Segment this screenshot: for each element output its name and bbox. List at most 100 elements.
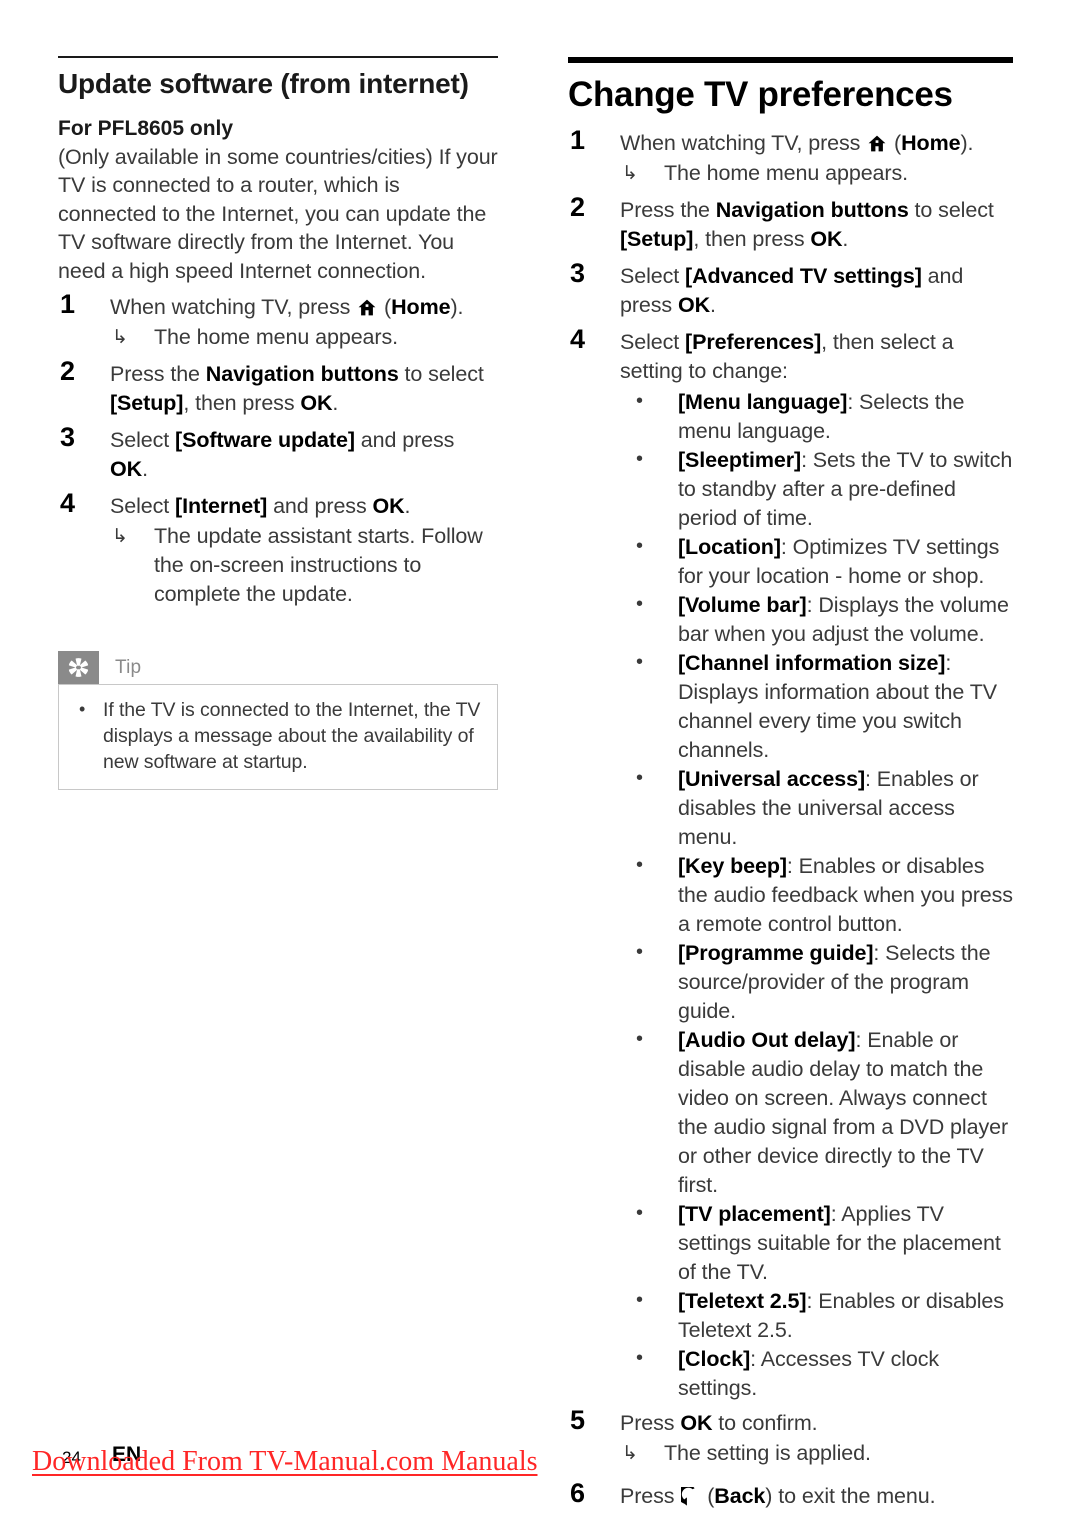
- step-bold-frag: Navigation buttons: [715, 197, 909, 222]
- preference-item: • [Sleeptimer]: Sets the TV to switch to …: [620, 446, 1013, 533]
- preference-item: • [Key beep]: Enables or disables the aud…: [620, 852, 1013, 939]
- right-section-title: Change TV preferences: [568, 75, 953, 114]
- tip-box: Tip • If the TV is connected to the Inter…: [58, 651, 498, 791]
- step-number: 3: [60, 422, 76, 453]
- step-frag: .: [842, 226, 849, 251]
- step-item: 1 When watching TV, press (Home). ↳ The h…: [58, 289, 498, 352]
- watermark-link[interactable]: Downloaded From TV-Manual.com Manuals: [32, 1446, 538, 1478]
- step-number: 3: [570, 257, 586, 288]
- step-text: Press the Navigation buttons to select […: [110, 360, 498, 418]
- bullet-icon: •: [636, 1288, 643, 1311]
- bullet-icon: •: [636, 1201, 643, 1224]
- step-frag: .: [142, 457, 148, 482]
- step-bold-frag: OK: [110, 457, 143, 482]
- step-number: 1: [570, 124, 586, 155]
- preference-term: [Key beep]: [678, 853, 787, 878]
- preference-term: [Channel information size]: [678, 650, 946, 675]
- preference-item: • [Teletext 2.5]: Enables or disables Tel…: [620, 1287, 1013, 1345]
- preference-term: [TV placement]: [678, 1201, 831, 1226]
- step-bold-frag: OK: [300, 391, 333, 416]
- result-text: The home menu appears.: [154, 325, 399, 350]
- right-column: Change TV preferences 1 When watching TV…: [568, 0, 1013, 1511]
- step-result: ↳ The home menu appears.: [620, 159, 1013, 188]
- preference-term: [Location]: [678, 534, 781, 559]
- preference-item: • [Menu language]: Selects the menu langu…: [620, 388, 1013, 446]
- step-key-label: Home: [391, 295, 451, 320]
- step-frag: Select: [110, 428, 176, 453]
- step-item: 2 Press the Navigation buttons to select…: [58, 356, 498, 418]
- preference-item: • [Volume bar]: Displays the volume bar w…: [620, 591, 1013, 649]
- step-frag: (: [888, 130, 902, 155]
- tip-item-text: If the TV is connected to the Internet, …: [103, 699, 481, 774]
- step-frag: .: [710, 292, 716, 317]
- manual-page: Update software (from internet) For PFL8…: [0, 0, 1080, 1527]
- step-text-open: (: [378, 295, 392, 320]
- preferences-list: • [Menu language]: Selects the menu langu…: [620, 388, 1013, 1403]
- step-result: ↳ The home menu appears.: [110, 323, 498, 352]
- step-frag: .: [332, 391, 339, 416]
- step-frag: Select: [620, 263, 686, 288]
- step-item: 3 Select [Advanced TV settings] and pres…: [568, 258, 1013, 320]
- left-section-title: Update software (from internet): [58, 68, 469, 99]
- step-frag: .: [404, 494, 411, 519]
- step-text: Select [Software update] and press OK.: [110, 426, 498, 484]
- step-key-label: Home: [901, 130, 961, 155]
- preference-item: • [Universal access]: Enables or disables…: [620, 765, 1013, 852]
- preference-item: • [Location]: Optimizes TV settings for y…: [620, 533, 1013, 591]
- step-frag: and press: [267, 494, 373, 519]
- bullet-icon: •: [636, 1027, 643, 1050]
- home-icon: [358, 295, 376, 316]
- step-bold-frag: OK: [680, 1410, 713, 1435]
- step-item: 4 Select [Internet] and press OK. ↳ The u…: [58, 488, 498, 609]
- step-text: Press OK to confirm.: [620, 1409, 1013, 1438]
- step-frag: to confirm.: [712, 1410, 818, 1435]
- step-bold-frag: OK: [372, 494, 405, 519]
- preference-term: [Teletext 2.5]: [678, 1288, 807, 1313]
- preference-item: • [Clock]: Accesses TV clock settings.: [620, 1345, 1013, 1403]
- home-icon: [868, 131, 886, 151]
- step-text: When watching TV, press (Home).: [110, 293, 498, 322]
- result-arrow-icon: ↳: [622, 162, 638, 184]
- preference-term: [Universal access]: [678, 766, 866, 791]
- bullet-icon: •: [636, 940, 643, 963]
- result-text: The home menu appears.: [664, 160, 909, 185]
- bullet-icon: •: [636, 1346, 643, 1369]
- result-arrow-icon: ↳: [112, 526, 128, 548]
- tip-label: Tip: [115, 656, 142, 678]
- step-text: Select [Preferences], then select a sett…: [620, 328, 1013, 386]
- step-frag: and press: [354, 428, 455, 453]
- result-arrow-icon: ↳: [112, 327, 128, 349]
- step-number: 2: [60, 356, 76, 387]
- step-item: 1 When watching TV, press (Home). ↳ The h…: [568, 125, 1013, 188]
- step-bold-frag: [Advanced TV settings]: [685, 263, 922, 288]
- step-bold-frag: [Setup]: [620, 226, 694, 251]
- asterisk-icon: [58, 651, 99, 685]
- preference-term: [Clock]: [678, 1346, 751, 1371]
- right-section-rule: [568, 57, 1013, 63]
- step-text: Select [Internet] and press OK.: [110, 492, 498, 521]
- preference-term: [Sleeptimer]: [678, 447, 802, 472]
- bullet-icon: •: [636, 853, 643, 876]
- page-footer: 24 EN Downloaded From TV-Manual.com Manu…: [0, 1440, 1080, 1510]
- step-bold-frag: [Internet]: [175, 494, 268, 519]
- tip-content: • If the TV is connected to the Internet,…: [58, 684, 498, 791]
- step-frag: , then press: [183, 391, 301, 416]
- left-section-rule: [58, 56, 498, 58]
- preference-term: [Programme guide]: [678, 940, 874, 965]
- step-frag: Press the: [620, 197, 716, 222]
- preference-term: [Menu language]: [678, 389, 848, 414]
- step-bold-frag: OK: [677, 292, 711, 317]
- preference-term: [Audio Out delay]: [678, 1027, 856, 1052]
- step-number: 4: [570, 323, 586, 354]
- left-steps-list: 1 When watching TV, press (Home). ↳ The h…: [58, 289, 498, 609]
- left-column: Update software (from internet) For PFL8…: [58, 0, 498, 791]
- step-text: Select [Advanced TV settings] and press …: [620, 262, 1013, 320]
- step-frag: Press the: [110, 362, 206, 387]
- step-frag: ).: [960, 130, 974, 155]
- left-sub-title: For PFL8605 only: [58, 116, 234, 140]
- step-text-pre: When watching TV, press: [110, 295, 357, 320]
- step-frag: Select: [620, 329, 686, 354]
- bullet-icon: •: [636, 766, 643, 789]
- step-item: 4 Select [Preferences], then select a se…: [568, 324, 1013, 1403]
- step-text-close: ).: [450, 295, 464, 320]
